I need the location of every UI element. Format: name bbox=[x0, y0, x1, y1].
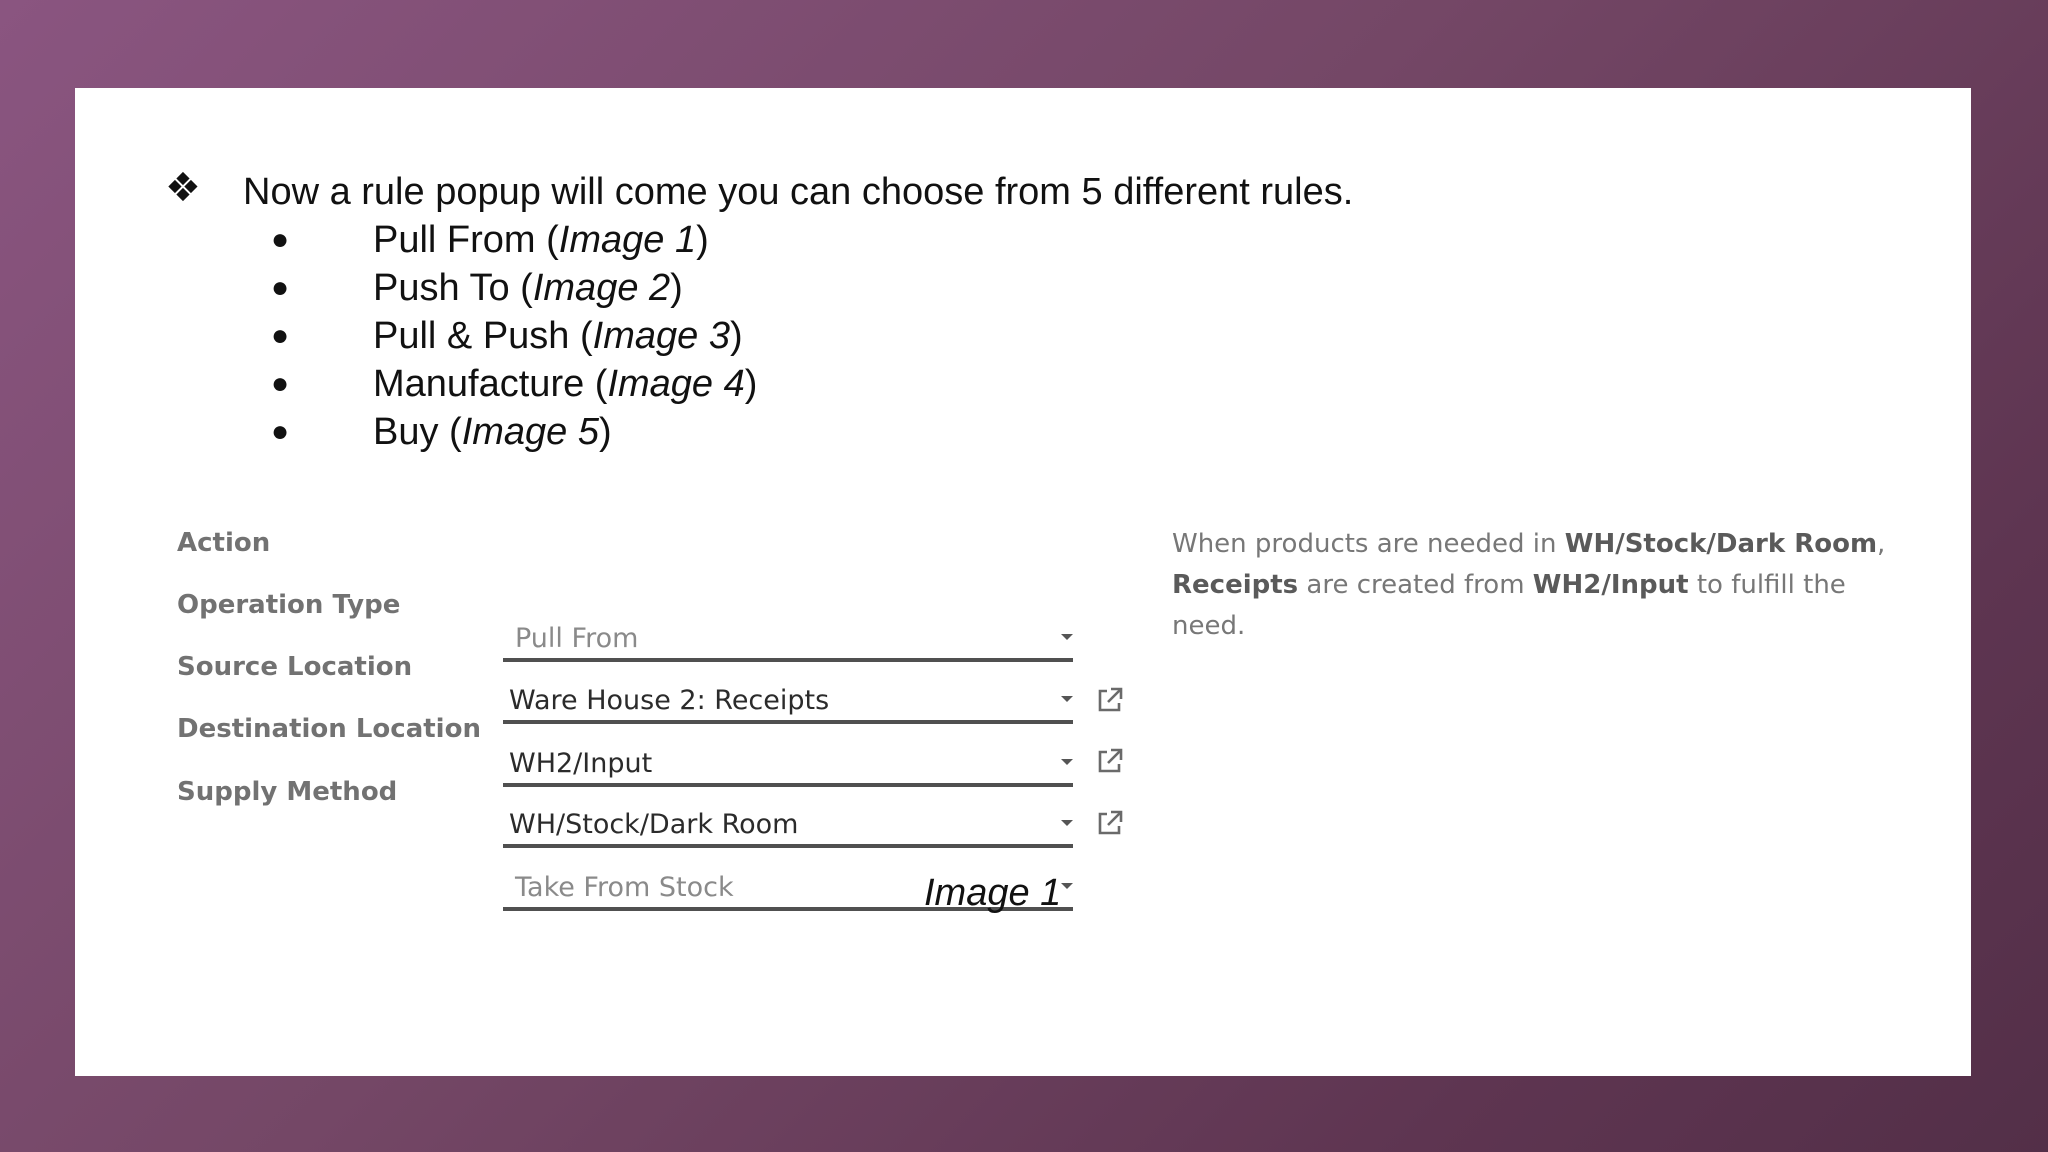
source-location-value: WH2/Input bbox=[509, 748, 653, 779]
help-source: WH2/Input bbox=[1532, 570, 1689, 600]
rule-name: Manufacture bbox=[373, 363, 585, 405]
external-link-icon[interactable] bbox=[1095, 685, 1125, 715]
bullet-icon: ● bbox=[271, 223, 290, 256]
four-diamond-bullet-icon: ❖ bbox=[165, 165, 201, 211]
action-value: Pull From bbox=[515, 623, 639, 654]
operation-type-select[interactable]: Ware House 2: Receipts bbox=[503, 674, 1073, 724]
rule-ref: Image 3 bbox=[592, 315, 730, 357]
rule-help-text: When products are needed in WH/Stock/Dar… bbox=[1172, 529, 1886, 641]
rule-ref: Image 1 bbox=[558, 219, 697, 261]
external-link-icon[interactable] bbox=[1095, 808, 1125, 838]
chevron-down-icon bbox=[1061, 759, 1073, 765]
slide: ❖ Now a rule popup will come you can cho… bbox=[75, 88, 1971, 1076]
chevron-down-icon bbox=[1061, 820, 1073, 826]
rule-name: Push To bbox=[373, 267, 510, 309]
main-point-text: Now a rule popup will come you can choos… bbox=[243, 171, 1354, 213]
bullet-icon: ● bbox=[271, 319, 290, 352]
supply-method-label: Supply Method bbox=[177, 777, 398, 807]
rule-ref: Image 5 bbox=[461, 411, 600, 453]
rule-name: Buy bbox=[373, 411, 439, 453]
action-select[interactable]: Pull From bbox=[503, 612, 1073, 662]
source-location-label: Source Location bbox=[177, 652, 413, 682]
rule-ref: Image 4 bbox=[607, 363, 745, 405]
bullet-icon: ● bbox=[271, 367, 290, 400]
image-caption: Image 1 bbox=[924, 872, 1062, 914]
supply-method-value: Take From Stock bbox=[515, 872, 734, 903]
operation-type-label: Operation Type bbox=[177, 590, 401, 620]
external-link-icon[interactable] bbox=[1095, 746, 1125, 776]
bullet-icon: ● bbox=[271, 271, 290, 304]
destination-location-select[interactable]: WH/Stock/Dark Room bbox=[503, 798, 1073, 848]
rule-ref: Image 2 bbox=[532, 267, 671, 309]
chevron-down-icon bbox=[1061, 696, 1073, 702]
chevron-down-icon bbox=[1061, 634, 1073, 640]
destination-location-value: WH/Stock/Dark Room bbox=[509, 809, 799, 840]
rule-name: Pull From bbox=[373, 219, 536, 261]
destination-location-label: Destination Location bbox=[177, 714, 481, 744]
help-destination: WH/Stock/Dark Room bbox=[1564, 529, 1878, 559]
source-location-select[interactable]: WH2/Input bbox=[503, 737, 1073, 787]
help-operation: Receipts bbox=[1172, 570, 1299, 600]
rule-name: Pull & Push bbox=[373, 315, 570, 357]
chevron-down-icon bbox=[1061, 883, 1073, 889]
operation-type-value: Ware House 2: Receipts bbox=[509, 685, 830, 716]
action-label: Action bbox=[177, 528, 271, 558]
bullet-icon: ● bbox=[271, 415, 290, 448]
